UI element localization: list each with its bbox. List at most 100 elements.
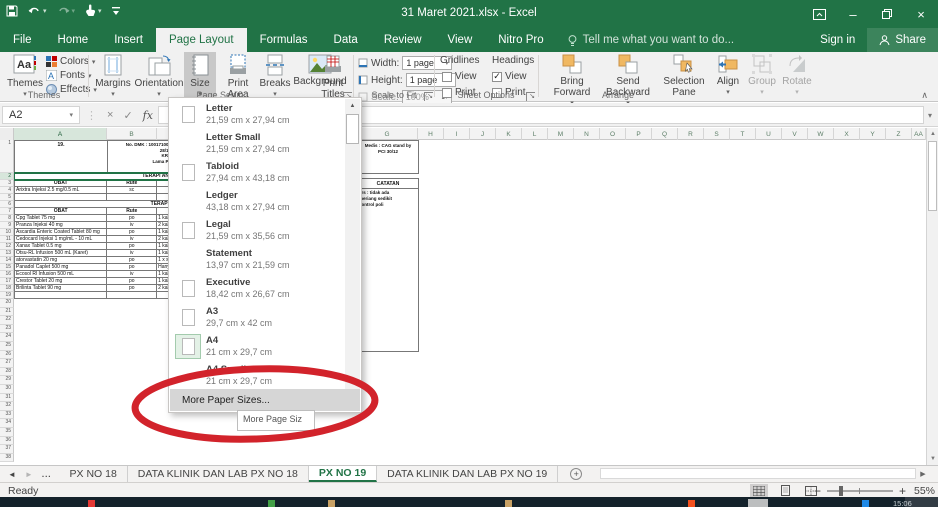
row-header-14[interactable]: 14 (0, 257, 14, 264)
taskbar-app-icon[interactable] (505, 500, 512, 507)
ribbon-tab-review[interactable]: Review (371, 28, 435, 52)
ribbon-display-options-button[interactable] (802, 0, 836, 28)
row-header-6[interactable]: 6 (0, 201, 14, 208)
ribbon-tab-home[interactable]: Home (45, 28, 102, 52)
row-header-25[interactable]: 25 (0, 341, 14, 351)
paper-size-item-letter-small[interactable]: Letter Small 21,59 cm x 27,94 cm (169, 129, 347, 158)
row-header-38[interactable]: 38 (0, 453, 14, 463)
normal-view-button[interactable] (750, 484, 768, 497)
row-header-11[interactable]: 11 (0, 236, 14, 243)
vertical-scroll-thumb[interactable] (928, 141, 937, 211)
sign-in-link[interactable]: Sign in (808, 34, 867, 46)
scroll-down-icon[interactable]: ▼ (927, 453, 938, 465)
name-box[interactable]: A2 ▾ (2, 106, 80, 124)
row-header-34[interactable]: 34 (0, 419, 14, 428)
row-header-19[interactable]: 19 (0, 292, 14, 299)
row-header-29[interactable]: 29 (0, 376, 14, 385)
scale-to-fit-dialog-launcher[interactable]: ↘ (424, 92, 433, 101)
row-header-33[interactable]: 33 (0, 410, 14, 420)
ribbon-tab-view[interactable]: View (435, 28, 486, 52)
taskbar-app-icon[interactable] (328, 500, 335, 507)
row-header-36[interactable]: 36 (0, 436, 14, 446)
ribbon-tab-insert[interactable]: Insert (101, 28, 156, 52)
prev-sheet-icon[interactable]: ◄ (8, 470, 16, 479)
more-paper-sizes-item[interactable]: More Paper Sizes... (170, 389, 360, 411)
fonts-button[interactable]: A Fonts ▾ (46, 70, 92, 81)
row-header-17[interactable]: 17 (0, 278, 14, 285)
orientation-button[interactable]: Orientation ▾ (135, 52, 183, 100)
column-header-R[interactable]: R (678, 128, 704, 140)
column-header-Y[interactable]: Y (860, 128, 886, 140)
row-header-21[interactable]: 21 (0, 307, 14, 317)
column-header-AA[interactable]: AA (912, 128, 926, 140)
paper-size-item-ledger[interactable]: Ledger 43,18 cm x 27,94 cm (169, 187, 347, 216)
select-all-corner[interactable] (0, 128, 14, 140)
row-header-32[interactable]: 32 (0, 402, 14, 411)
row-header-30[interactable]: 30 (0, 384, 14, 394)
bring-forward-button[interactable]: Bring Forward▾ (546, 52, 598, 109)
column-header-S[interactable]: S (704, 128, 730, 140)
ribbon-tab-page-layout[interactable]: Page Layout (155, 28, 247, 52)
send-backward-button[interactable]: Send Backward▾ (600, 52, 656, 109)
ribbon-tab-nitro-pro[interactable]: Nitro Pro (485, 28, 556, 52)
row-header-8[interactable]: 8 (0, 215, 14, 222)
dropdown-scroll-up-icon[interactable]: ▲ (345, 99, 360, 113)
gridlines-view-checkbox[interactable]: View (442, 71, 477, 82)
breaks-button[interactable]: Breaks ▾ (258, 52, 292, 100)
column-header-B[interactable]: B (107, 128, 157, 140)
rotate-button[interactable]: Rotate ▾ (780, 52, 814, 98)
margins-button[interactable]: Margins ▾ (92, 52, 134, 100)
column-header-V[interactable]: V (782, 128, 808, 140)
file-tab[interactable]: File (0, 28, 45, 52)
column-header-X[interactable]: X (834, 128, 860, 140)
ribbon-tab-data[interactable]: Data (321, 28, 371, 52)
paper-size-item-executive[interactable]: Executive 18,42 cm x 26,67 cm (169, 274, 347, 303)
row-header-4[interactable]: 4 (0, 187, 14, 194)
row-header-31[interactable]: 31 (0, 393, 14, 403)
column-header-M[interactable]: M (548, 128, 574, 140)
row-header-12[interactable]: 12 (0, 243, 14, 250)
paper-size-item-a4-small[interactable]: A4 Small 21 cm x 29,7 cm (169, 361, 347, 390)
paper-size-item-a4[interactable]: A4 21 cm x 29,7 cm (169, 332, 347, 361)
column-header-I[interactable]: I (444, 128, 470, 140)
paper-size-item-statement[interactable]: Statement 13,97 cm x 21,59 cm (169, 245, 347, 274)
selection-pane-button[interactable]: Selection Pane (658, 52, 710, 98)
next-sheet-icon[interactable]: ► (25, 470, 33, 479)
row-header-27[interactable]: 27 (0, 359, 14, 368)
row-header-26[interactable]: 26 (0, 350, 14, 360)
tell-me-box[interactable]: Tell me what you want to do... (557, 28, 745, 52)
column-header-Q[interactable]: Q (652, 128, 678, 140)
column-header-H[interactable]: H (418, 128, 444, 140)
column-header-G[interactable]: G (357, 128, 418, 140)
row-header-18[interactable]: 18 (0, 285, 14, 292)
row-header-20[interactable]: 20 (0, 299, 14, 308)
zoom-slider-thumb[interactable] (839, 486, 844, 496)
horizontal-scroll-thumb[interactable] (600, 468, 916, 479)
zoom-slider[interactable] (827, 486, 894, 496)
paper-size-item-letter[interactable]: Letter 21,59 cm x 27,94 cm (169, 100, 347, 129)
row-header-5[interactable]: 5 (0, 194, 14, 201)
sheet-tab-data-klinik-dan-lab-px-no-18[interactable]: DATA KLINIK DAN LAB PX NO 18 (128, 466, 309, 482)
sheet-list-icon[interactable]: ... (42, 470, 52, 479)
share-button[interactable]: Share (867, 28, 938, 52)
zoom-level[interactable]: 55% (914, 485, 935, 497)
dropdown-scrollbar[interactable]: ▲ ▼ (345, 99, 360, 389)
insert-function-icon[interactable]: fx (143, 109, 153, 122)
column-header-A[interactable]: A (14, 128, 107, 140)
align-button[interactable]: Align ▾ (712, 52, 744, 98)
column-header-T[interactable]: T (730, 128, 756, 140)
minimize-button[interactable]: – (836, 0, 870, 28)
row-header-22[interactable]: 22 (0, 316, 14, 325)
close-button[interactable]: × (904, 0, 938, 28)
sheet-tab-px-no-19[interactable]: PX NO 19 (308, 466, 378, 482)
row-header-1[interactable]: 1 (0, 140, 14, 173)
sheet-tab-data-klinik-dan-lab-px-no-19[interactable]: DATA KLINIK DAN LAB PX NO 19 (377, 466, 559, 482)
zoom-out-icon[interactable]: − (814, 484, 821, 498)
page-layout-view-button[interactable] (776, 484, 794, 497)
row-header-9[interactable]: 9 (0, 222, 14, 229)
restore-button[interactable] (870, 0, 904, 28)
taskbar-app-icon[interactable] (862, 500, 869, 507)
scroll-up-icon[interactable]: ▲ (927, 128, 938, 140)
name-box-dropdown-icon[interactable]: ▾ (69, 111, 73, 119)
scroll-right-icon[interactable]: ▶ (916, 470, 930, 478)
